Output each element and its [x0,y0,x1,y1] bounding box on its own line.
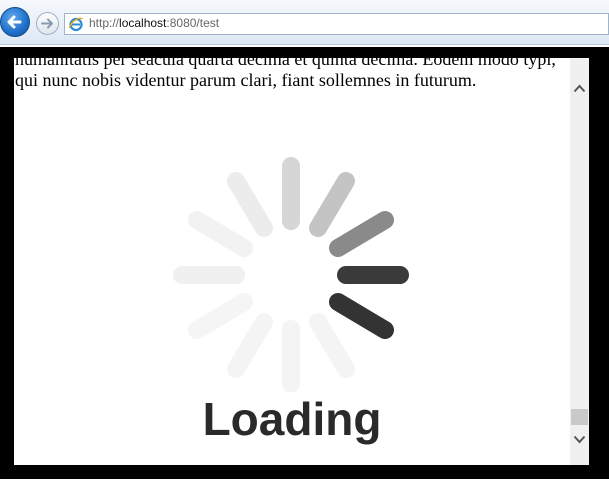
spinner-spoke [329,211,394,257]
page-content: humanitatis per seacula quarta decima et… [14,58,570,465]
browser-toolbar: http://localhost:8080/test [0,0,609,45]
paragraph-line-2: qui nunc nobis videntur parum clari, fia… [15,70,477,90]
spinner-spoke [329,293,394,339]
loading-spinner-icon [173,157,409,392]
forward-arrow-icon [41,18,53,29]
internet-explorer-icon [68,17,83,32]
scrollbar-thumb[interactable] [571,409,588,425]
vertical-scrollbar[interactable] [570,58,589,465]
paragraph: humanitatis per seacula quarta decima et… [15,58,570,91]
paragraph-line-1: humanitatis per seacula quarta decima et… [15,58,556,69]
spinner-spoke [309,172,355,237]
spinner-spoke [188,293,253,339]
page-frame: humanitatis per seacula quarta decima et… [0,47,609,479]
chevron-up-icon [573,84,586,92]
spinner-spoke [188,211,253,257]
forward-button[interactable] [36,12,59,35]
address-bar[interactable]: http://localhost:8080/test [64,13,609,35]
scroll-down-button[interactable] [570,429,589,449]
scroll-up-button[interactable] [570,78,589,98]
chevron-down-icon [573,435,586,443]
spinner-spoke [309,313,355,378]
spinner-spoke [227,313,273,378]
loading-label: Loading [202,393,382,445]
back-button[interactable] [0,7,30,37]
back-arrow-icon [7,15,22,29]
url-text: http://localhost:8080/test [89,16,220,30]
spinner-spoke [227,172,273,237]
